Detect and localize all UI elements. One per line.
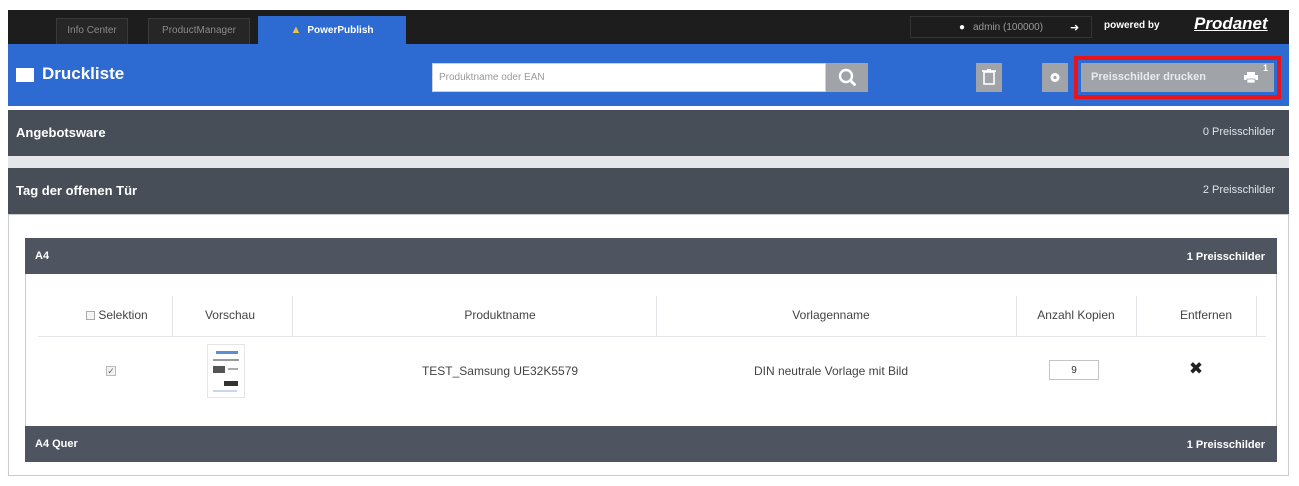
tab-powerpublish-label: PowerPublish — [307, 25, 374, 36]
column-divider — [1016, 296, 1017, 336]
prodanet-logo[interactable]: Prodanet — [1194, 14, 1268, 34]
user-label: admin (100000) — [973, 22, 1044, 33]
subgroup-a4-quer[interactable]: A4 Quer 1 Preisschilder — [25, 426, 1277, 462]
page-title: Druckliste — [42, 64, 125, 83]
cell-product-name: TEST_Samsung UE32K5579 — [421, 364, 579, 378]
section-count: 2 Preisschilder — [1202, 184, 1275, 196]
column-header-entfernen: Entfernen — [1179, 308, 1233, 322]
column-divider — [656, 296, 657, 336]
select-all-checkbox[interactable] — [86, 311, 96, 320]
subgroup-a4[interactable]: A4 1 Preisschilder — [25, 238, 1277, 274]
app-tab-bar: Info Center ProductManager ▲ PowerPublish… — [8, 10, 1289, 44]
search-input[interactable] — [432, 63, 826, 92]
page-header: Druckliste Preisschilder drucken 1 — [8, 44, 1289, 106]
print-price-tags-button[interactable]: Preisschilder drucken 1 — [1081, 63, 1274, 92]
print-button-highlight: Preisschilder drucken 1 — [1074, 56, 1281, 99]
column-header-selektion[interactable]: Selektion — [62, 298, 172, 332]
page-edge — [1290, 0, 1299, 486]
cell-template-name: DIN neutrale Vorlage mit Bild — [753, 364, 909, 378]
column-divider — [292, 296, 293, 336]
delete-button[interactable] — [976, 63, 1002, 92]
column-header-anzahl-kopien: Anzahl Kopien — [1037, 308, 1115, 322]
section-divider — [8, 156, 1289, 168]
subgroup-count: 1 Preisschilder — [1186, 439, 1265, 451]
print-count-badge: 1 — [1262, 63, 1268, 73]
subgroup-title: A4 — [35, 250, 50, 262]
preview-thumbnail[interactable] — [207, 344, 245, 398]
section-count: 0 Preisschilder — [1202, 126, 1275, 138]
top-strip — [0, 0, 1299, 10]
search-button[interactable] — [826, 63, 868, 92]
header-divider — [38, 336, 1266, 337]
copies-input[interactable] — [1049, 360, 1099, 380]
trash-icon — [982, 69, 996, 85]
column-divider — [1256, 296, 1257, 336]
section-title: Angebotsware — [16, 125, 106, 140]
gear-icon — [1050, 73, 1060, 82]
column-header-produktname: Produktname — [464, 308, 536, 322]
search-icon — [838, 68, 856, 86]
section-angebotsware[interactable]: Angebotsware 0 Preisschilder — [8, 110, 1289, 156]
column-header-vorlagenname: Vorlagenname — [792, 308, 870, 322]
tab-powerpublish[interactable]: ▲ PowerPublish — [258, 16, 406, 44]
home-icon: ▲ — [290, 24, 302, 36]
user-menu[interactable]: ● admin (100000) — [910, 16, 1092, 38]
logout-icon[interactable]: ➜ — [1070, 21, 1079, 34]
row-select-checkbox[interactable]: ✓ — [106, 366, 116, 376]
remove-icon[interactable]: ✖ — [1186, 359, 1206, 379]
price-tag-table: Selektion Vorschau Produktname Vorlagenn… — [25, 274, 1277, 426]
subgroup-count: 1 Preisschilder — [1186, 251, 1265, 263]
printer-icon — [1244, 72, 1258, 83]
column-divider — [172, 296, 173, 336]
section-tag-der-offenen-tuer[interactable]: Tag der offenen Tür 2 Preisschilder — [8, 168, 1289, 214]
list-icon — [16, 68, 34, 82]
column-header-vorschau: Vorschau — [204, 308, 256, 322]
column-divider — [1136, 296, 1137, 336]
column-header-label: Selektion — [98, 308, 148, 322]
settings-button[interactable] — [1042, 63, 1068, 92]
tab-info-center[interactable]: Info Center — [56, 18, 128, 44]
user-icon: ● — [958, 22, 965, 33]
subgroup-title: A4 Quer — [35, 438, 78, 450]
section-title: Tag der offenen Tür — [16, 183, 138, 198]
print-button-label: Preisschilder drucken — [1091, 71, 1206, 83]
tab-productmanager[interactable]: ProductManager — [148, 18, 250, 44]
powered-by-label: powered by — [1104, 20, 1160, 31]
